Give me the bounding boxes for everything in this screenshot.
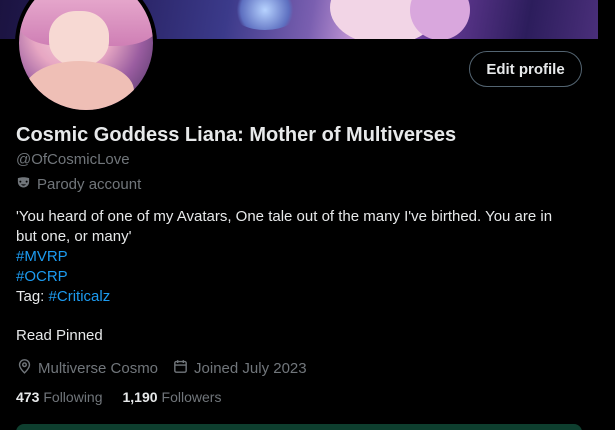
user-handle: @OfCosmicLove <box>16 151 130 168</box>
profile-bio: 'You heard of one of my Avatars, One tal… <box>16 207 591 307</box>
followers-link[interactable]: 1,190 Followers <box>123 389 222 405</box>
profile-meta: Multiverse Cosmo Joined July 2023 <box>16 358 321 379</box>
follow-stats: 473 Following 1,190 Followers <box>16 389 241 405</box>
followers-label: Followers <box>161 389 222 405</box>
bio-text: but one, or many' <box>16 228 132 245</box>
edit-profile-button[interactable]: Edit profile <box>469 51 582 87</box>
mask-icon <box>16 175 31 194</box>
followers-count: 1,190 <box>122 389 158 405</box>
bottom-panel <box>16 424 582 430</box>
following-count: 473 <box>16 389 40 405</box>
location: Multiverse Cosmo <box>16 358 158 379</box>
display-name: Cosmic Goddess Liana: Mother of Multiver… <box>16 124 457 146</box>
tag-line: Tag: #Criticalz <box>16 287 591 307</box>
joined-date: Joined July 2023 <box>172 358 307 379</box>
tag-prefix: Tag: <box>16 288 49 305</box>
joined-text: Joined July 2023 <box>194 360 307 377</box>
hashtag-link[interactable]: #Criticalz <box>49 288 111 305</box>
location-text: Multiverse Cosmo <box>38 360 159 377</box>
parody-label: Parody account <box>37 176 142 193</box>
bio-text: 'You heard of one of my Avatars, One tal… <box>16 208 553 225</box>
location-pin-icon <box>16 358 33 379</box>
calendar-icon <box>172 358 189 379</box>
parody-badge: Parody account <box>16 175 141 194</box>
hashtag-link[interactable]: #OCRP <box>16 267 591 287</box>
following-link[interactable]: 473 Following <box>16 389 103 405</box>
read-pinned-link[interactable]: Read Pinned <box>16 327 103 344</box>
hashtag-link[interactable]: #MVRP <box>16 247 591 267</box>
banner-art <box>230 0 300 30</box>
following-label: Following <box>43 389 103 405</box>
avatar[interactable] <box>15 0 157 114</box>
